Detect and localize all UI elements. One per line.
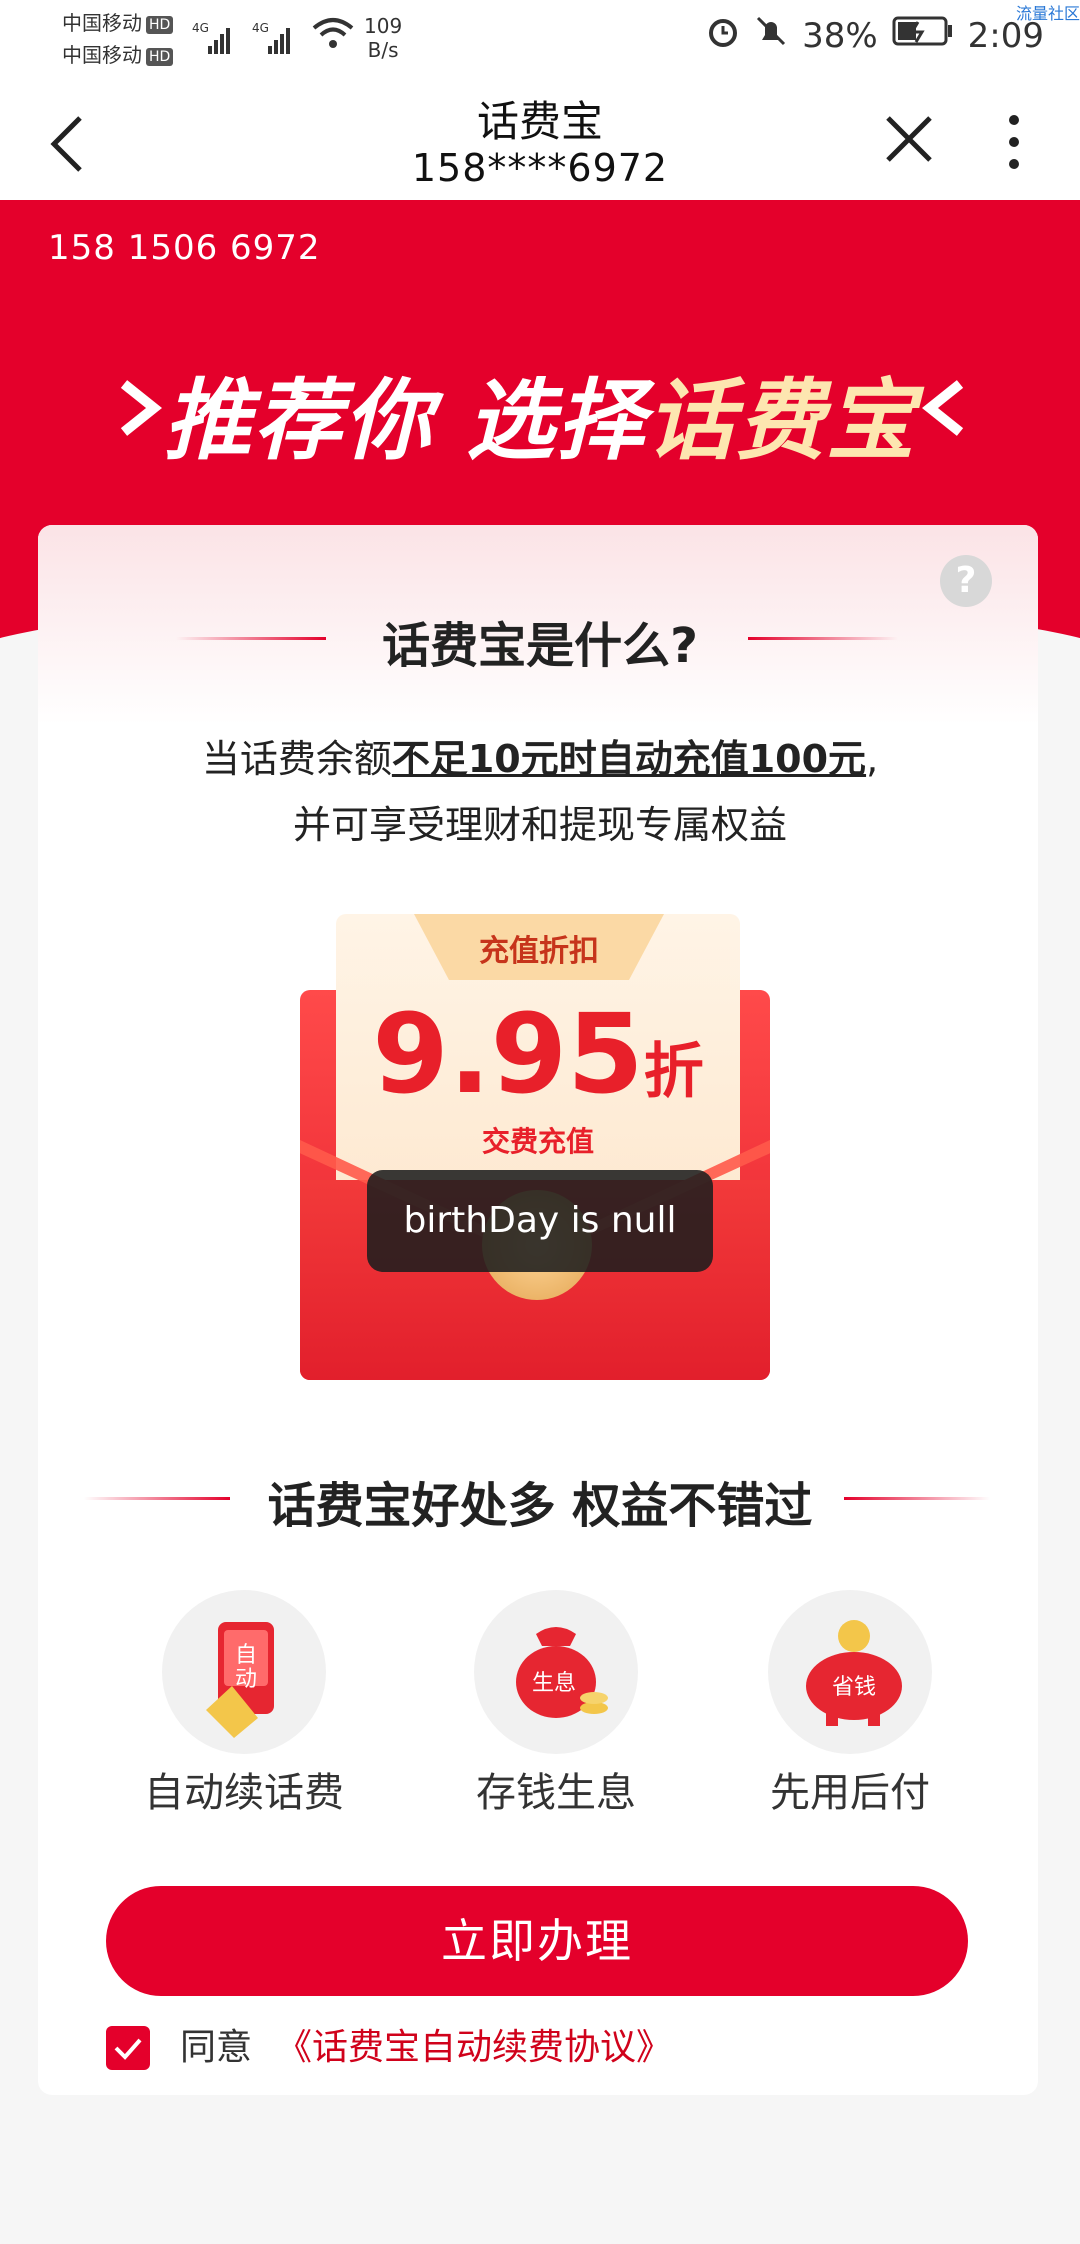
phone-number: 158 1506 6972 [48,228,321,268]
chevron-left-icon [918,380,968,440]
section-title-benefits: 话费宝好处多 权益不错过 [267,1478,813,1534]
help-icon[interactable]: ? [940,555,992,607]
interest-icon: 生息 [474,1590,638,1754]
signal-icon: 4G 4G [192,18,312,62]
description-line-2: 并可享受理财和提现专属权益 [292,803,787,847]
section-title-what: 话费宝是什么? [382,618,698,674]
carrier-1: 中国移动 HD [62,10,174,36]
carrier-2: 中国移动 HD [62,42,174,68]
status-right: 38% 2:09 [706,14,1044,57]
alarm-icon [706,14,740,57]
check-icon [114,2038,142,2060]
wifi-icon [312,16,354,56]
toast-message: birthDay is null [367,1170,713,1272]
description-line-1: 当话费余额不足10元时自动充值100元, [201,737,879,781]
close-icon[interactable] [884,114,934,168]
agree-checkbox[interactable] [106,2026,150,2070]
benefit-label-interest: 存钱生息 [476,1770,636,1816]
battery-icon [892,14,954,57]
discount-value: 9.95折 [372,990,704,1118]
svg-text:生息: 生息 [532,1671,576,1696]
agreement-link[interactable]: 《话费宝自动续费协议》 [276,2026,672,2070]
battery-percent: 38% [802,15,878,56]
divider-right [748,637,898,640]
benefit-label-paylater: 先用后付 [770,1770,930,1816]
discount-sub: 交费充值 [481,1125,594,1158]
svg-text:省钱: 省钱 [832,1675,876,1700]
svg-text:自: 自 [235,1643,257,1668]
mute-icon [754,14,788,57]
apply-now-button[interactable]: 立即办理 [106,1886,968,1996]
discount-ribbon-label: 充值折扣 [479,934,599,969]
clock: 2:09 [967,15,1044,56]
svg-text:4G: 4G [252,21,269,35]
net-speed: 109 B/s [364,14,403,62]
nav-bar: 话费宝 158****6972 [0,78,1080,200]
svg-text:4G: 4G [192,21,209,35]
auto-topup-icon: 自动 [162,1590,326,1754]
more-icon[interactable] [1004,114,1024,174]
svg-text:动: 动 [235,1667,257,1692]
piggy-bank-icon: 省钱 [768,1590,932,1754]
divider-right-2 [844,1497,990,1500]
benefit-label-auto: 自动续话费 [144,1770,344,1816]
agree-label: 同意 [180,2027,253,2068]
